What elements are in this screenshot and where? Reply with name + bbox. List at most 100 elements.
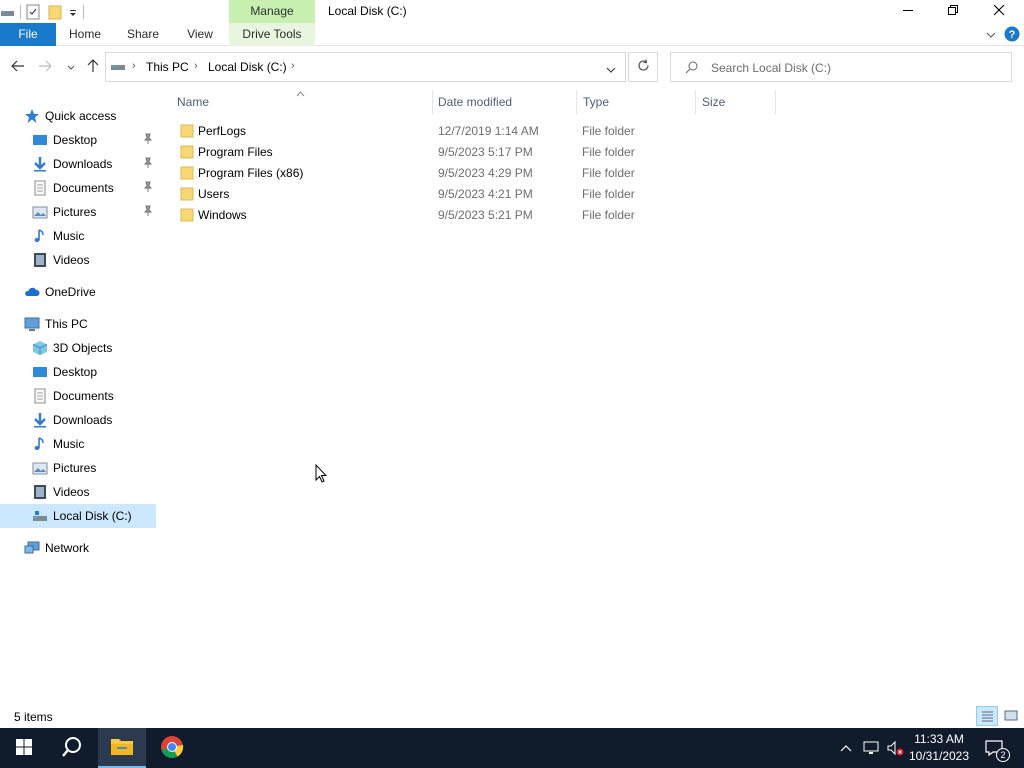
table-row[interactable]: Program Files 9/5/2023 5:17 PM File fold…: [160, 141, 780, 162]
sidebar-item-label: This PC: [45, 317, 88, 331]
column-header-date[interactable]: Date modified: [438, 95, 512, 119]
sidebar-item-this-pc[interactable]: This PC: [0, 312, 156, 336]
sidebar-item-pictures[interactable]: Pictures: [0, 456, 156, 480]
customize-qat-icon[interactable]: [68, 7, 78, 17]
taskbar: 11:33 AM 10/31/2023 2: [0, 728, 1024, 768]
sidebar-item-music[interactable]: Music: [0, 432, 156, 456]
search-box[interactable]: Search Local Disk (C:): [670, 52, 1012, 82]
network-icon: [24, 540, 40, 556]
sidebar-item-documents[interactable]: Documents: [0, 384, 156, 408]
chrome-taskbar-button[interactable]: [148, 728, 196, 768]
sidebar-item-label: Pictures: [53, 205, 97, 219]
file-explorer-taskbar-button[interactable]: [98, 728, 146, 768]
table-row[interactable]: Users 9/5/2023 4:21 PM File folder: [160, 183, 780, 204]
new-folder-icon[interactable]: [48, 4, 62, 20]
start-button[interactable]: [0, 728, 48, 768]
sidebar-item-desktop[interactable]: Desktop: [0, 128, 156, 152]
column-divider[interactable]: [775, 90, 776, 114]
column-header-type[interactable]: Type: [583, 95, 609, 119]
manage-tab[interactable]: Manage: [229, 0, 315, 23]
refresh-button[interactable]: [628, 52, 658, 82]
search-placeholder: Search Local Disk (C:): [711, 61, 832, 75]
sidebar-item-pictures[interactable]: Pictures: [0, 200, 156, 224]
sidebar-item-label: Local Disk (C:): [53, 509, 132, 523]
restore-button[interactable]: [930, 0, 976, 23]
sidebar-item-videos[interactable]: Videos: [0, 480, 156, 504]
clock-date: 10/31/2023: [908, 749, 970, 763]
cube-icon: [32, 340, 48, 356]
sidebar-item-label: Downloads: [53, 413, 113, 427]
sidebar-item-onedrive[interactable]: OneDrive: [0, 280, 156, 304]
address-history-icon[interactable]: [606, 63, 616, 77]
help-icon[interactable]: ?: [1004, 26, 1020, 42]
forward-button[interactable]: [35, 57, 55, 77]
tab-file[interactable]: File: [0, 23, 56, 46]
chrome-icon: [160, 735, 184, 762]
large-icons-view-button[interactable]: [1001, 706, 1021, 726]
windows-logo-icon: [16, 738, 32, 758]
search-button[interactable]: [48, 728, 96, 768]
music-icon: [32, 228, 48, 244]
tab-home[interactable]: Home: [62, 23, 108, 46]
table-row[interactable]: Windows 9/5/2023 5:21 PM File folder: [160, 204, 780, 225]
breadcrumb-local-disk[interactable]: Local Disk (C:): [208, 60, 287, 74]
network-tray-icon[interactable]: [863, 740, 879, 759]
sidebar-item-label: Quick access: [45, 109, 117, 123]
column-divider[interactable]: [576, 90, 577, 114]
sidebar-item-videos[interactable]: Videos: [0, 248, 156, 272]
address-bar[interactable]: › This PC › Local Disk (C:) ›: [105, 52, 626, 82]
sidebar-item-label: Documents: [53, 181, 114, 195]
folder-icon: [180, 123, 194, 138]
tab-share[interactable]: Share: [122, 23, 164, 46]
details-view-button[interactable]: [976, 706, 998, 726]
breadcrumb-this-pc[interactable]: This PC: [146, 60, 189, 74]
breadcrumb-separator-icon[interactable]: ›: [291, 60, 295, 72]
sidebar-item-label: OneDrive: [45, 285, 96, 299]
pictures-icon: [32, 204, 48, 220]
back-button[interactable]: [8, 57, 28, 77]
up-button[interactable]: [83, 57, 103, 77]
volume-muted-icon[interactable]: [886, 740, 904, 759]
clock[interactable]: 11:33 AM 10/31/2023: [904, 731, 974, 765]
show-hidden-icons-button[interactable]: [840, 741, 852, 755]
file-date: 9/5/2023 4:29 PM: [438, 166, 533, 180]
search-icon: [685, 61, 698, 77]
sidebar-item-desktop[interactable]: Desktop: [0, 360, 156, 384]
close-icon: [993, 4, 1005, 19]
table-row[interactable]: Program Files (x86) 9/5/2023 4:29 PM Fil…: [160, 162, 780, 183]
tab-drive-tools[interactable]: Drive Tools: [229, 23, 315, 46]
sidebar-item-label: Music: [53, 229, 85, 243]
tab-view[interactable]: View: [180, 23, 220, 46]
mouse-cursor-icon: [315, 463, 328, 486]
sidebar-item-local-disk[interactable]: Local Disk (C:): [0, 504, 156, 528]
column-header-name[interactable]: Name: [177, 95, 209, 119]
sidebar-item-downloads[interactable]: Downloads: [0, 152, 156, 176]
sidebar-item-label: 3D Objects: [53, 341, 113, 355]
sidebar-item-quick-access[interactable]: Quick access: [0, 104, 156, 128]
action-center-button[interactable]: 2: [972, 728, 1016, 768]
minimize-button[interactable]: [885, 0, 931, 23]
sidebar-item-documents[interactable]: Documents: [0, 176, 156, 200]
column-divider[interactable]: [432, 90, 433, 114]
window-title: Local Disk (C:): [328, 4, 407, 18]
sidebar-item-network[interactable]: Network: [0, 536, 156, 560]
properties-icon[interactable]: [26, 4, 40, 20]
pin-icon: [142, 205, 154, 217]
drive-icon: [1, 7, 15, 17]
title-bar: Manage Local Disk (C:): [0, 0, 1024, 23]
file-type: File folder: [582, 208, 635, 222]
folder-icon: [180, 144, 194, 159]
column-header-size[interactable]: Size: [702, 95, 725, 119]
close-button[interactable]: [976, 0, 1022, 23]
expand-ribbon-icon[interactable]: [985, 29, 997, 41]
pin-icon: [142, 181, 154, 193]
recent-locations-button[interactable]: [62, 57, 80, 77]
breadcrumb-separator-icon[interactable]: ›: [194, 60, 198, 72]
sidebar-item-3d-objects[interactable]: 3D Objects: [0, 336, 156, 360]
table-row[interactable]: PerfLogs 12/7/2019 1:14 AM File folder: [160, 120, 780, 141]
sidebar-item-downloads[interactable]: Downloads: [0, 408, 156, 432]
column-divider[interactable]: [695, 90, 696, 114]
sidebar-item-music[interactable]: Music: [0, 224, 156, 248]
sidebar-item-label: Videos: [53, 485, 90, 499]
clock-time: 11:33 AM: [914, 732, 964, 746]
